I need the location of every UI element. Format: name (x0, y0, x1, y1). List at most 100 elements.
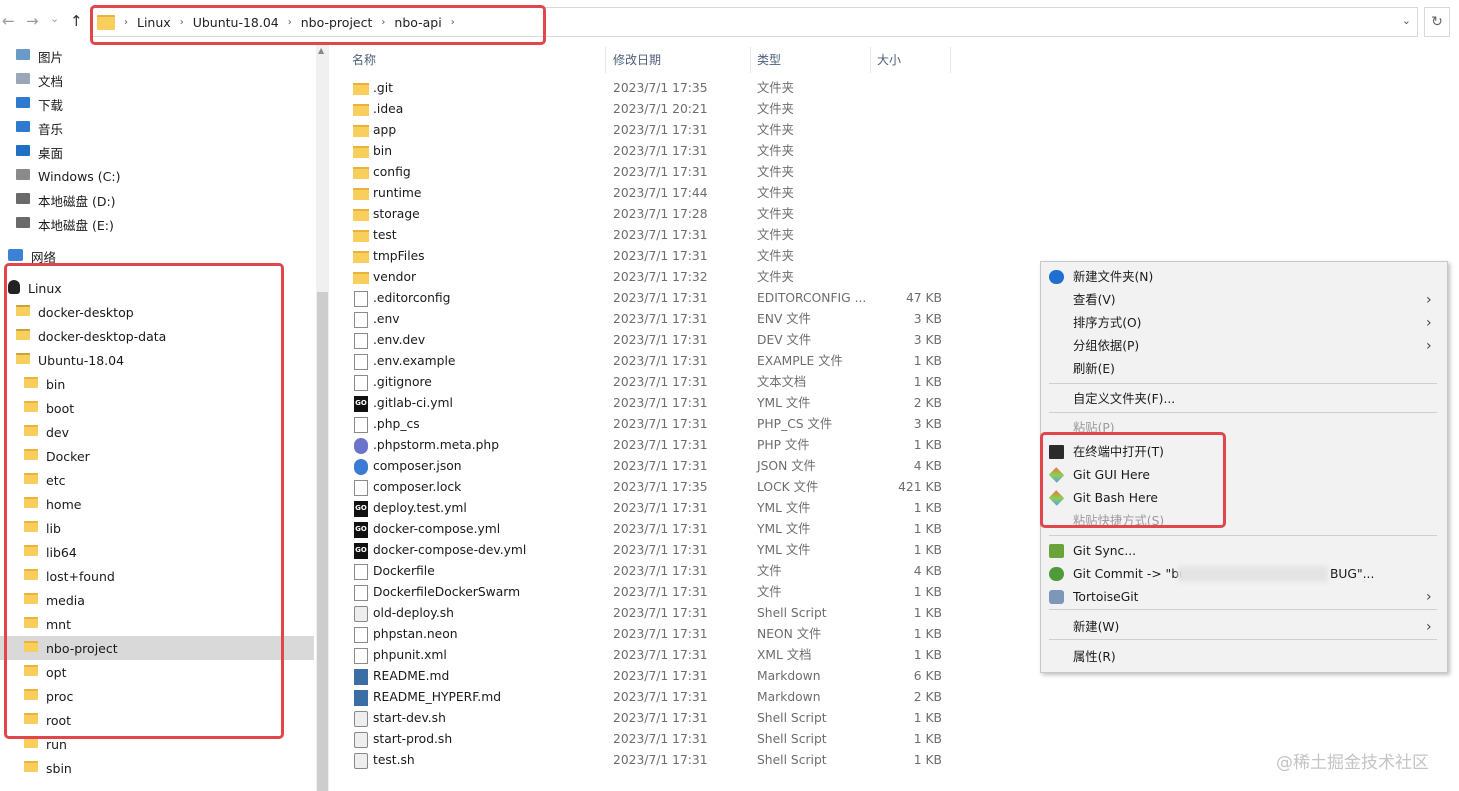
file-row[interactable]: .php_cs 2023/7/1 17:31 PHP_CS 文件 3 KB (330, 414, 950, 435)
file-size: 1 KB (913, 711, 942, 725)
scrollbar-thumb[interactable] (317, 292, 328, 791)
file-date: 2023/7/1 17:32 (613, 270, 708, 284)
file-name: composer.json (373, 459, 462, 473)
file-date: 2023/7/1 17:31 (613, 375, 708, 389)
file-row[interactable]: test 2023/7/1 17:31 文件夹 (330, 225, 950, 246)
menu-item[interactable]: Git Sync... (1041, 540, 1447, 562)
file-row[interactable]: README_HYPERF.md 2023/7/1 17:31 Markdown 2 … (330, 687, 950, 708)
column-header-date[interactable]: 修改日期 (607, 47, 751, 73)
file-row[interactable]: GO deploy.test.yml 2023/7/1 17:31 YML 文件 1 K… (330, 498, 950, 519)
menu-item-label: Git Sync... (1073, 544, 1137, 558)
sidebar-scrollbar[interactable]: ▲ (316, 42, 329, 791)
menu-item[interactable]: 排序方式(O) › (1041, 312, 1447, 334)
menu-item[interactable]: 查看(V) › (1041, 289, 1447, 311)
file-row[interactable]: .git 2023/7/1 17:35 文件夹 (330, 78, 950, 99)
go-file-icon: GO (354, 543, 368, 559)
sidebar-item-folder[interactable]: sbin (0, 756, 314, 780)
document-icon (16, 73, 30, 87)
column-header-type[interactable]: 类型 (751, 47, 871, 73)
doc-file-icon (354, 375, 368, 391)
watermark: @稀土掘金技术社区 (1276, 753, 1429, 773)
file-date: 2023/7/1 17:31 (613, 312, 708, 326)
sidebar-item-quick[interactable]: Windows (C:) (0, 164, 314, 188)
menu-item[interactable]: 分组依据(P) › (1041, 335, 1447, 357)
menu-item[interactable]: 刷新(E) (1041, 358, 1447, 380)
file-row[interactable]: phpunit.xml 2023/7/1 17:31 XML 文档 1 KB (330, 645, 950, 666)
file-row[interactable]: GO docker-compose-dev.yml 2023/7/1 17:31 YM… (330, 540, 950, 561)
sidebar-item-quick[interactable]: 图片 (0, 44, 314, 68)
file-name: tmpFiles (373, 249, 425, 263)
sidebar-item-quick[interactable]: 下载 (0, 92, 314, 116)
file-date: 2023/7/1 17:31 (613, 144, 708, 158)
menu-item[interactable]: 属性(R) (1041, 646, 1447, 668)
file-row[interactable]: bin 2023/7/1 17:31 文件夹 (330, 141, 950, 162)
recent-locations-button[interactable]: ⌄ (50, 11, 59, 27)
file-row[interactable]: start-prod.sh 2023/7/1 17:31 Shell Script 1… (330, 729, 950, 750)
file-row[interactable]: vendor 2023/7/1 17:32 文件夹 (330, 267, 950, 288)
chevron-down-icon[interactable]: ⌄ (1402, 14, 1411, 27)
file-name: docker-compose.yml (373, 522, 501, 536)
file-size: 1 KB (913, 732, 942, 746)
menu-item[interactable]: 自定义文件夹(F)... (1041, 388, 1447, 410)
file-row[interactable]: app 2023/7/1 17:31 文件夹 (330, 120, 950, 141)
file-row[interactable]: phpstan.neon 2023/7/1 17:31 NEON 文件 1 KB (330, 624, 950, 645)
back-button[interactable]: ← (2, 13, 15, 29)
file-row[interactable]: storage 2023/7/1 17:28 文件夹 (330, 204, 950, 225)
file-row[interactable]: tmpFiles 2023/7/1 17:31 文件夹 (330, 246, 950, 267)
file-row[interactable]: .gitignore 2023/7/1 17:31 文本文档 1 KB (330, 372, 950, 393)
menu-item[interactable]: 新建文件夹(N) (1041, 266, 1447, 288)
menu-separator (1049, 535, 1437, 536)
file-row[interactable]: .env.example 2023/7/1 17:31 EXAMPLE 文件 1 KB (330, 351, 950, 372)
sidebar-item-quick[interactable]: 文档 (0, 68, 314, 92)
menu-item[interactable]: 新建(W) › (1041, 616, 1447, 638)
file-row[interactable]: composer.json 2023/7/1 17:31 JSON 文件 4 KB (330, 456, 950, 477)
up-button[interactable]: ↑ (70, 13, 83, 29)
forward-button[interactable]: → (26, 13, 39, 29)
file-type: 文件夹 (757, 186, 794, 200)
folder-icon (353, 272, 369, 284)
file-size: 1 KB (913, 354, 942, 368)
file-row[interactable]: .editorconfig 2023/7/1 17:31 EDITORCONFIG … (330, 288, 950, 309)
file-date: 2023/7/1 17:31 (613, 753, 708, 767)
file-row[interactable]: .env.dev 2023/7/1 17:31 DEV 文件 3 KB (330, 330, 950, 351)
file-row[interactable]: GO docker-compose.yml 2023/7/1 17:31 YML 文件… (330, 519, 950, 540)
file-row[interactable]: config 2023/7/1 17:31 文件夹 (330, 162, 950, 183)
folder-icon (353, 230, 369, 242)
menu-item-label: 刷新(E) (1073, 362, 1115, 376)
sidebar-item-quick[interactable]: 桌面 (0, 140, 314, 164)
file-name: composer.lock (373, 480, 462, 494)
folder-icon (353, 251, 369, 263)
file-type: 文件夹 (757, 165, 794, 179)
picture-icon (16, 49, 30, 63)
sidebar-item-quick[interactable]: 本地磁盘 (D:) (0, 188, 314, 212)
file-type: 文件夹 (757, 207, 794, 221)
file-row[interactable]: test.sh 2023/7/1 17:31 Shell Script 1 KB (330, 750, 950, 771)
folder-icon (353, 188, 369, 200)
column-header-size[interactable]: 大小 (871, 47, 951, 73)
file-type: Markdown (757, 690, 821, 704)
file-type: 文件夹 (757, 249, 794, 263)
sidebar-item-quick[interactable]: 本地磁盘 (E:) (0, 212, 314, 236)
file-row[interactable]: .env 2023/7/1 17:31 ENV 文件 3 KB (330, 309, 950, 330)
file-row[interactable]: start-dev.sh 2023/7/1 17:31 Shell Script 1 … (330, 708, 950, 729)
file-row[interactable]: GO .gitlab-ci.yml 2023/7/1 17:31 YML 文件 2 KB (330, 393, 950, 414)
refresh-button[interactable]: ↻ (1424, 7, 1450, 37)
sidebar-item-label: 本地磁盘 (D:) (38, 193, 116, 209)
file-row[interactable]: composer.lock 2023/7/1 17:35 LOCK 文件 421 KB (330, 477, 950, 498)
file-row[interactable]: old-deploy.sh 2023/7/1 17:31 Shell Script 1… (330, 603, 950, 624)
file-row[interactable]: DockerfileDockerSwarm 2023/7/1 17:31 文件 1 K… (330, 582, 950, 603)
file-row[interactable]: README.md 2023/7/1 17:31 Markdown 6 KB (330, 666, 950, 687)
menu-item[interactable]: TortoiseGit › (1041, 586, 1447, 608)
sidebar-item-quick[interactable]: 音乐 (0, 116, 314, 140)
file-row[interactable]: runtime 2023/7/1 17:44 文件夹 (330, 183, 950, 204)
file-row[interactable]: .idea 2023/7/1 20:21 文件夹 (330, 99, 950, 120)
scroll-up-icon[interactable]: ▲ (318, 46, 324, 55)
sidebar-item-label: 下载 (38, 97, 64, 113)
file-row[interactable]: Dockerfile 2023/7/1 17:31 文件 4 KB (330, 561, 950, 582)
file-row[interactable]: .phpstorm.meta.php 2023/7/1 17:31 PHP 文件 1 … (330, 435, 950, 456)
file-name: start-dev.sh (373, 711, 446, 725)
doc-file-icon (354, 354, 368, 370)
file-type: NEON 文件 (757, 627, 822, 641)
file-name: storage (373, 207, 420, 221)
folder-icon (353, 125, 369, 137)
